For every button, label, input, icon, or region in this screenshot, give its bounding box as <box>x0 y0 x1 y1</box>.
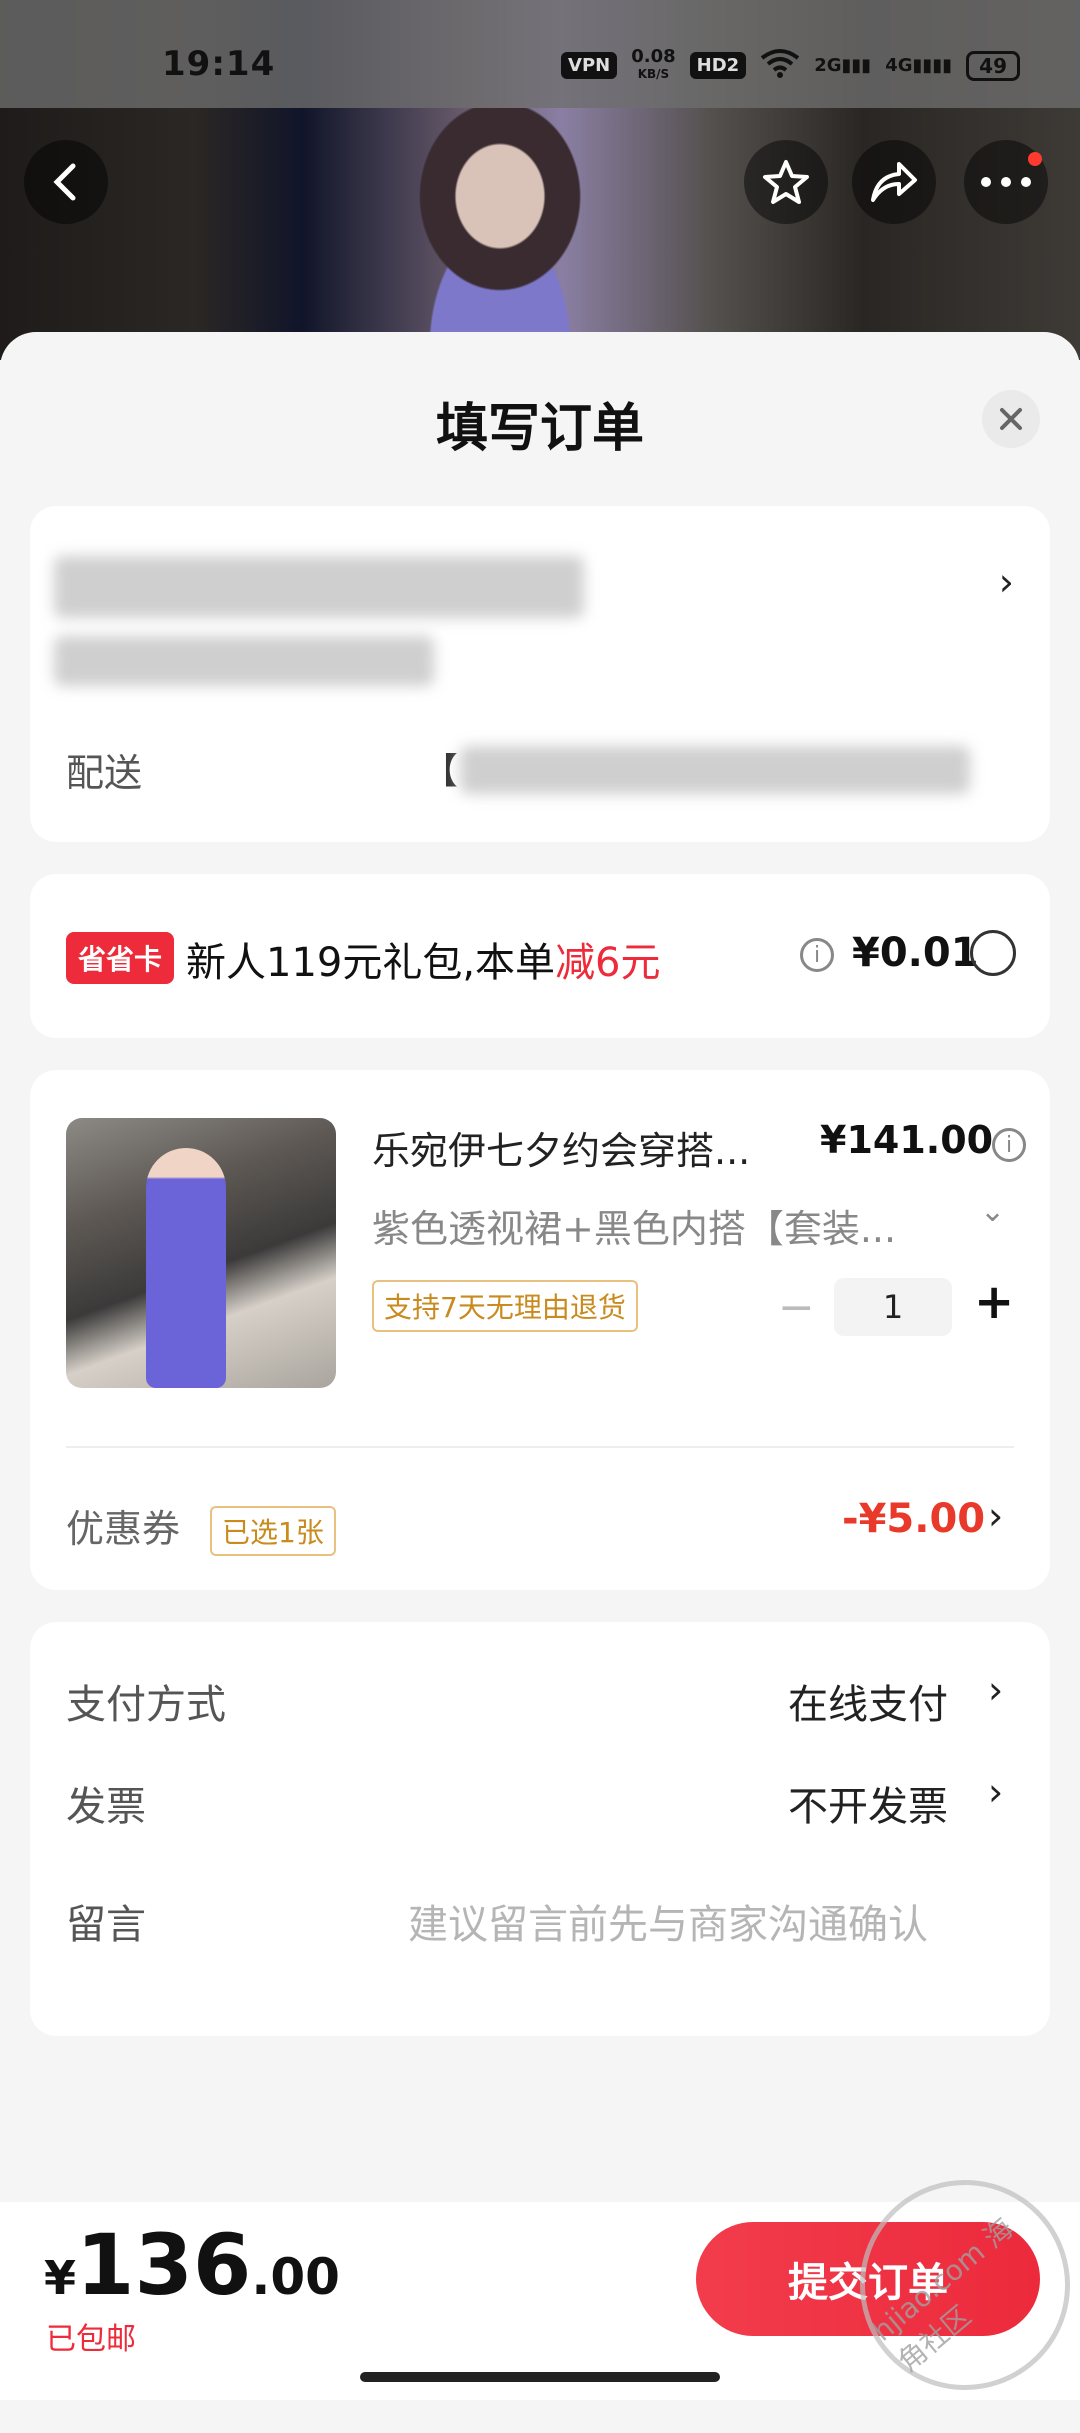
note-input[interactable]: 建议留言前先与商家沟通确认 <box>408 1892 928 1950</box>
info-icon[interactable]: i <box>800 938 834 972</box>
divider <box>66 1446 1014 1448</box>
promo-text-highlight: 减6元 <box>555 940 661 986</box>
info-icon[interactable]: i <box>992 1128 1026 1162</box>
share-icon <box>871 162 917 202</box>
address-card[interactable]: › 配送 【 <box>30 506 1050 842</box>
close-icon <box>1000 408 1022 430</box>
free-shipping-label: 已包邮 <box>46 2322 136 2357</box>
more-dots-icon <box>981 177 1031 187</box>
quantity-input[interactable]: 1 <box>834 1278 952 1336</box>
coupon-label: 优惠券 <box>66 1507 181 1551</box>
invoice-value[interactable]: 不开发票 <box>788 1774 948 1832</box>
share-button[interactable] <box>852 140 936 224</box>
total-price: ¥136.00 <box>44 2216 340 2314</box>
product-card: 乐宛伊七夕约会穿搭... ¥141.00 i 紫色透视裙+黑色内搭【套装... … <box>30 1070 1050 1590</box>
payment-method-label: 支付方式 <box>66 1682 226 1728</box>
hero-photo <box>360 108 640 360</box>
status-time: 19:14 <box>162 44 276 84</box>
hd-icon: HD2 <box>689 52 747 79</box>
payment-card: 支付方式 在线支付 › 发票 不开发票 › 留言 建议留言前先与商家沟通确认 <box>30 1622 1050 2036</box>
shipping-detail-redacted <box>460 746 970 794</box>
notification-dot <box>1028 152 1042 166</box>
net-4g-label: 4G <box>885 55 913 76</box>
battery-icon: 49 <box>966 50 1020 81</box>
product-hero-image: 19:14 VPN 0.08 KB/S HD2 2G▮▮▮ 4G▮▮▮▮ 49 <box>0 0 1080 360</box>
coupon-discount-value[interactable]: -¥5.00 <box>842 1496 985 1542</box>
network-speed: 0.08 KB/S <box>631 46 676 82</box>
signal-4g-icon: 4G▮▮▮▮ <box>885 55 953 76</box>
promo-card[interactable]: 省省卡 新人119元礼包,本单减6元 i ¥0.01 <box>30 874 1050 1038</box>
quantity-increase-button[interactable]: + <box>974 1274 1014 1330</box>
chevron-right-icon: › <box>998 560 1014 604</box>
favorite-button[interactable] <box>744 140 828 224</box>
close-button[interactable] <box>982 390 1040 448</box>
chevron-left-icon <box>53 163 76 201</box>
product-thumbnail-figure <box>146 1148 226 1388</box>
quantity-decrease-button[interactable]: − <box>778 1282 815 1333</box>
vpn-icon: VPN <box>561 52 618 79</box>
note-label: 留言 <box>66 1902 146 1948</box>
speed-unit: KB/S <box>637 67 670 81</box>
chevron-right-icon[interactable]: › <box>988 1668 1003 1712</box>
payment-method-value[interactable]: 在线支付 <box>788 1672 948 1730</box>
promo-select-radio[interactable] <box>970 930 1016 976</box>
signal-2g-icon: 2G▮▮▮ <box>814 55 872 76</box>
wifi-icon <box>760 48 800 83</box>
order-sheet: 填写订单 › 配送 【 省省卡 新人119元礼包,本单减6元 i ¥0.01 乐… <box>0 332 1080 2202</box>
promo-text-main: 新人119元礼包,本单 <box>186 940 556 986</box>
recipient-name-redacted <box>54 556 584 618</box>
invoice-label: 发票 <box>66 1784 146 1830</box>
shipping-value: 【 <box>422 751 459 792</box>
net-2g-label: 2G <box>814 55 842 76</box>
sheet-title: 填写订单 <box>435 399 644 459</box>
chevron-down-icon[interactable]: ⌄ <box>980 1194 1005 1229</box>
product-thumbnail[interactable] <box>66 1118 336 1388</box>
product-price: ¥141.00 <box>820 1118 994 1162</box>
shipping-label: 配送 <box>66 751 143 795</box>
total-integer: 136 <box>76 2216 252 2314</box>
promo-badge: 省省卡 <box>66 932 175 984</box>
chevron-right-icon[interactable]: › <box>988 1770 1003 1814</box>
total-decimal: .00 <box>251 2248 340 2306</box>
status-bar: 19:14 VPN 0.08 KB/S HD2 2G▮▮▮ 4G▮▮▮▮ 49 <box>0 0 1080 108</box>
return-policy-tag: 支持7天无理由退货 <box>372 1280 638 1332</box>
home-indicator[interactable] <box>360 2372 720 2382</box>
chevron-right-icon[interactable]: › <box>988 1494 1003 1538</box>
currency-symbol: ¥ <box>44 2251 77 2305</box>
speed-value: 0.08 <box>631 46 676 67</box>
coupon-selected-tag: 已选1张 <box>210 1506 336 1556</box>
promo-price: ¥0.01 <box>852 930 979 976</box>
star-icon <box>763 160 809 204</box>
promo-text: 新人119元礼包,本单减6元 <box>186 930 661 988</box>
back-button[interactable] <box>24 140 108 224</box>
product-spec-selector[interactable]: 紫色透视裙+黑色内搭【套装... <box>372 1198 932 1253</box>
product-title: 乐宛伊七夕约会穿搭... <box>372 1129 751 1173</box>
status-icons: VPN 0.08 KB/S HD2 2G▮▮▮ 4G▮▮▮▮ 49 <box>561 48 1020 83</box>
address-redacted <box>54 636 434 686</box>
